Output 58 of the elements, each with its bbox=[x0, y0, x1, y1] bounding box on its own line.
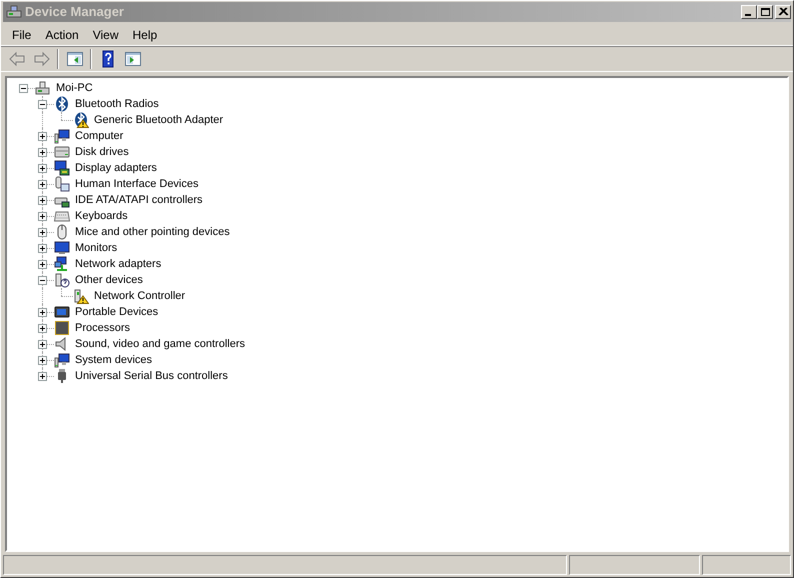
tree-item[interactable]: Network Controller bbox=[93, 288, 186, 304]
expand-toggle[interactable] bbox=[38, 180, 47, 189]
menu-item[interactable]: Help bbox=[126, 24, 164, 46]
close-icon bbox=[778, 7, 788, 17]
disk-drive-icon bbox=[54, 144, 70, 160]
expand-toggle[interactable] bbox=[19, 84, 28, 93]
expand-toggle[interactable] bbox=[38, 324, 47, 333]
network-icon bbox=[54, 256, 70, 272]
bluetooth-icon bbox=[54, 96, 70, 112]
expand-toggle[interactable] bbox=[38, 260, 47, 269]
unknown-device-icon bbox=[54, 272, 70, 288]
expand-toggle[interactable] bbox=[38, 356, 47, 365]
tree-item[interactable]: Network adapters bbox=[74, 256, 162, 272]
tree-item[interactable]: Portable Devices bbox=[74, 304, 160, 320]
input-device-icon bbox=[54, 176, 70, 192]
minimize-button[interactable] bbox=[741, 5, 757, 19]
processor-icon bbox=[54, 320, 70, 336]
expand-toggle[interactable] bbox=[38, 372, 47, 381]
tree-item[interactable]: Human Interface Devices bbox=[74, 176, 200, 192]
menu-item[interactable]: Action bbox=[38, 24, 86, 46]
expand-toggle[interactable] bbox=[38, 212, 47, 221]
tree-item[interactable]: Bluetooth Radios bbox=[74, 96, 160, 112]
tree-item[interactable]: Display adapters bbox=[74, 160, 158, 176]
expand-toggle[interactable] bbox=[38, 244, 47, 253]
expand-toggle[interactable] bbox=[38, 148, 47, 157]
computer-icon bbox=[35, 80, 51, 96]
expand-toggle[interactable] bbox=[38, 340, 47, 349]
tree-item[interactable]: Mice and other pointing devices bbox=[74, 224, 231, 240]
expand-toggle[interactable] bbox=[38, 196, 47, 205]
tree-item[interactable]: Sound, video and game controllers bbox=[74, 336, 246, 352]
expand-toggle[interactable] bbox=[38, 132, 47, 141]
tree-item[interactable]: Keyboards bbox=[74, 208, 129, 224]
app-icon bbox=[6, 4, 22, 20]
expand-toggle[interactable] bbox=[38, 100, 47, 109]
tree-item[interactable]: IDE ATA/ATAPI controllers bbox=[74, 192, 204, 208]
tree-item[interactable]: System devices bbox=[74, 352, 154, 368]
tree-item[interactable]: Processors bbox=[74, 320, 132, 336]
display-adapter-icon bbox=[54, 160, 70, 176]
tree-item[interactable]: Generic Bluetooth Adapter bbox=[93, 112, 224, 128]
close-button[interactable] bbox=[775, 5, 791, 19]
tree-item[interactable]: Disk drives bbox=[74, 144, 130, 160]
menu-item[interactable]: File bbox=[5, 24, 38, 46]
expand-toggle[interactable] bbox=[38, 276, 47, 285]
expand-toggle[interactable] bbox=[38, 308, 47, 317]
menu-item[interactable]: View bbox=[86, 24, 126, 46]
maximize-icon bbox=[760, 7, 770, 17]
portable-device-icon bbox=[54, 304, 70, 320]
maximize-button[interactable] bbox=[757, 5, 773, 19]
minimize-icon bbox=[745, 14, 751, 16]
tree-item[interactable]: Computer bbox=[74, 128, 124, 144]
monitor-icon bbox=[54, 240, 70, 256]
window-title: Device Manager bbox=[25, 3, 125, 22]
expand-toggle[interactable] bbox=[38, 228, 47, 237]
tree-item[interactable]: Moi-PC bbox=[55, 80, 94, 96]
tree-item[interactable]: Universal Serial Bus controllers bbox=[74, 368, 229, 384]
expand-toggle[interactable] bbox=[38, 164, 47, 173]
tree-item[interactable]: Monitors bbox=[74, 240, 118, 256]
tree-item[interactable]: Other devices bbox=[74, 272, 144, 288]
